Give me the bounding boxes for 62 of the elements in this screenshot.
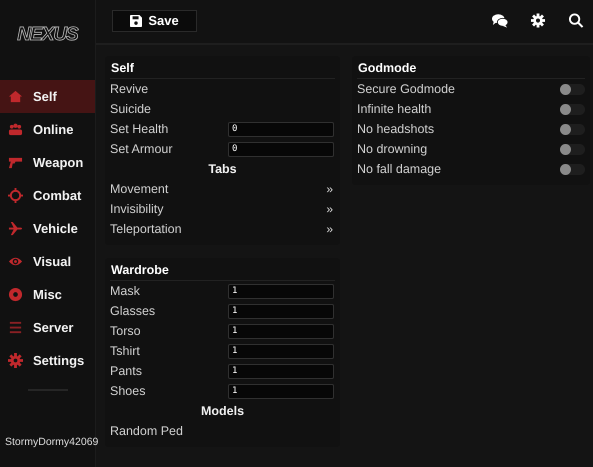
crosshair-icon xyxy=(8,188,23,203)
chat-icon[interactable] xyxy=(492,13,508,28)
toggle-label: No drowning xyxy=(357,142,428,156)
input-field[interactable]: 0 xyxy=(228,122,334,136)
gear-icon xyxy=(8,353,23,368)
chevron: » xyxy=(326,182,333,196)
menu-item[interactable]: Invisibility xyxy=(110,202,164,216)
gun-icon xyxy=(8,155,23,170)
chevron: » xyxy=(326,222,333,236)
circle-icon xyxy=(8,287,23,302)
input-field[interactable]: 1 xyxy=(228,364,334,378)
section-heading: Tabs xyxy=(207,161,238,178)
users-icon xyxy=(8,122,23,137)
toggle-switch[interactable] xyxy=(560,164,585,174)
panel-title: Wardrobe xyxy=(110,260,335,281)
input-field[interactable]: 1 xyxy=(228,304,334,318)
toggle-label: No fall damage xyxy=(357,162,442,176)
field-label: Glasses xyxy=(110,304,156,318)
sidebar-item[interactable]: Weapon xyxy=(0,146,95,179)
menu-item[interactable]: Teleportation xyxy=(110,222,182,236)
sidebar-item[interactable]: Visual xyxy=(0,245,95,278)
menu-item[interactable]: Revive xyxy=(110,79,335,99)
menu-icon xyxy=(8,320,23,335)
sidebar-item[interactable]: Settings xyxy=(0,344,95,377)
toggle-switch[interactable] xyxy=(560,124,585,134)
sidebar-item[interactable]: Self xyxy=(0,80,95,113)
input-field[interactable]: 1 xyxy=(228,384,334,398)
plane-icon xyxy=(8,221,23,236)
input-field[interactable]: 1 xyxy=(228,284,334,298)
search-icon[interactable] xyxy=(568,13,584,28)
menu-item[interactable]: Random Ped xyxy=(110,421,335,441)
toggle-label: Infinite health xyxy=(357,102,432,116)
toggle-label: No headshots xyxy=(357,122,434,136)
toggle-label: Secure Godmode xyxy=(357,82,455,96)
logo: NEXUS xyxy=(16,23,80,47)
menu-item[interactable]: Suicide xyxy=(110,99,335,119)
field-label: Pants xyxy=(110,364,142,378)
sidebar-item[interactable]: Misc xyxy=(0,278,95,311)
panel-title: Godmode xyxy=(357,58,585,79)
field-label: Torso xyxy=(110,324,141,338)
sidebar-item[interactable]: Vehicle xyxy=(0,212,95,245)
settings-icon[interactable] xyxy=(530,13,546,28)
input-field[interactable]: 0 xyxy=(228,142,334,156)
toggle-switch[interactable] xyxy=(560,144,585,154)
toggle-switch[interactable] xyxy=(560,84,585,94)
menu-item[interactable]: Movement xyxy=(110,182,168,196)
field-label: Shoes xyxy=(110,384,146,398)
chevron: » xyxy=(326,202,333,216)
field-label: Set Armour xyxy=(110,142,173,156)
field-label: Set Health xyxy=(110,122,168,136)
save-button[interactable]: Save xyxy=(112,10,197,32)
sidebar-item[interactable]: Combat xyxy=(0,179,95,212)
panel-title: Self xyxy=(110,58,335,79)
section-heading: Models xyxy=(200,403,246,420)
home-icon xyxy=(8,89,23,104)
toggle-switch[interactable] xyxy=(560,104,585,114)
field-label: Tshirt xyxy=(110,344,140,358)
sidebar-item[interactable]: Online xyxy=(0,113,95,146)
input-field[interactable]: 1 xyxy=(228,344,334,358)
sidebar-item[interactable]: Server xyxy=(0,311,95,344)
input-field[interactable]: 1 xyxy=(228,324,334,338)
field-label: Mask xyxy=(110,284,140,298)
